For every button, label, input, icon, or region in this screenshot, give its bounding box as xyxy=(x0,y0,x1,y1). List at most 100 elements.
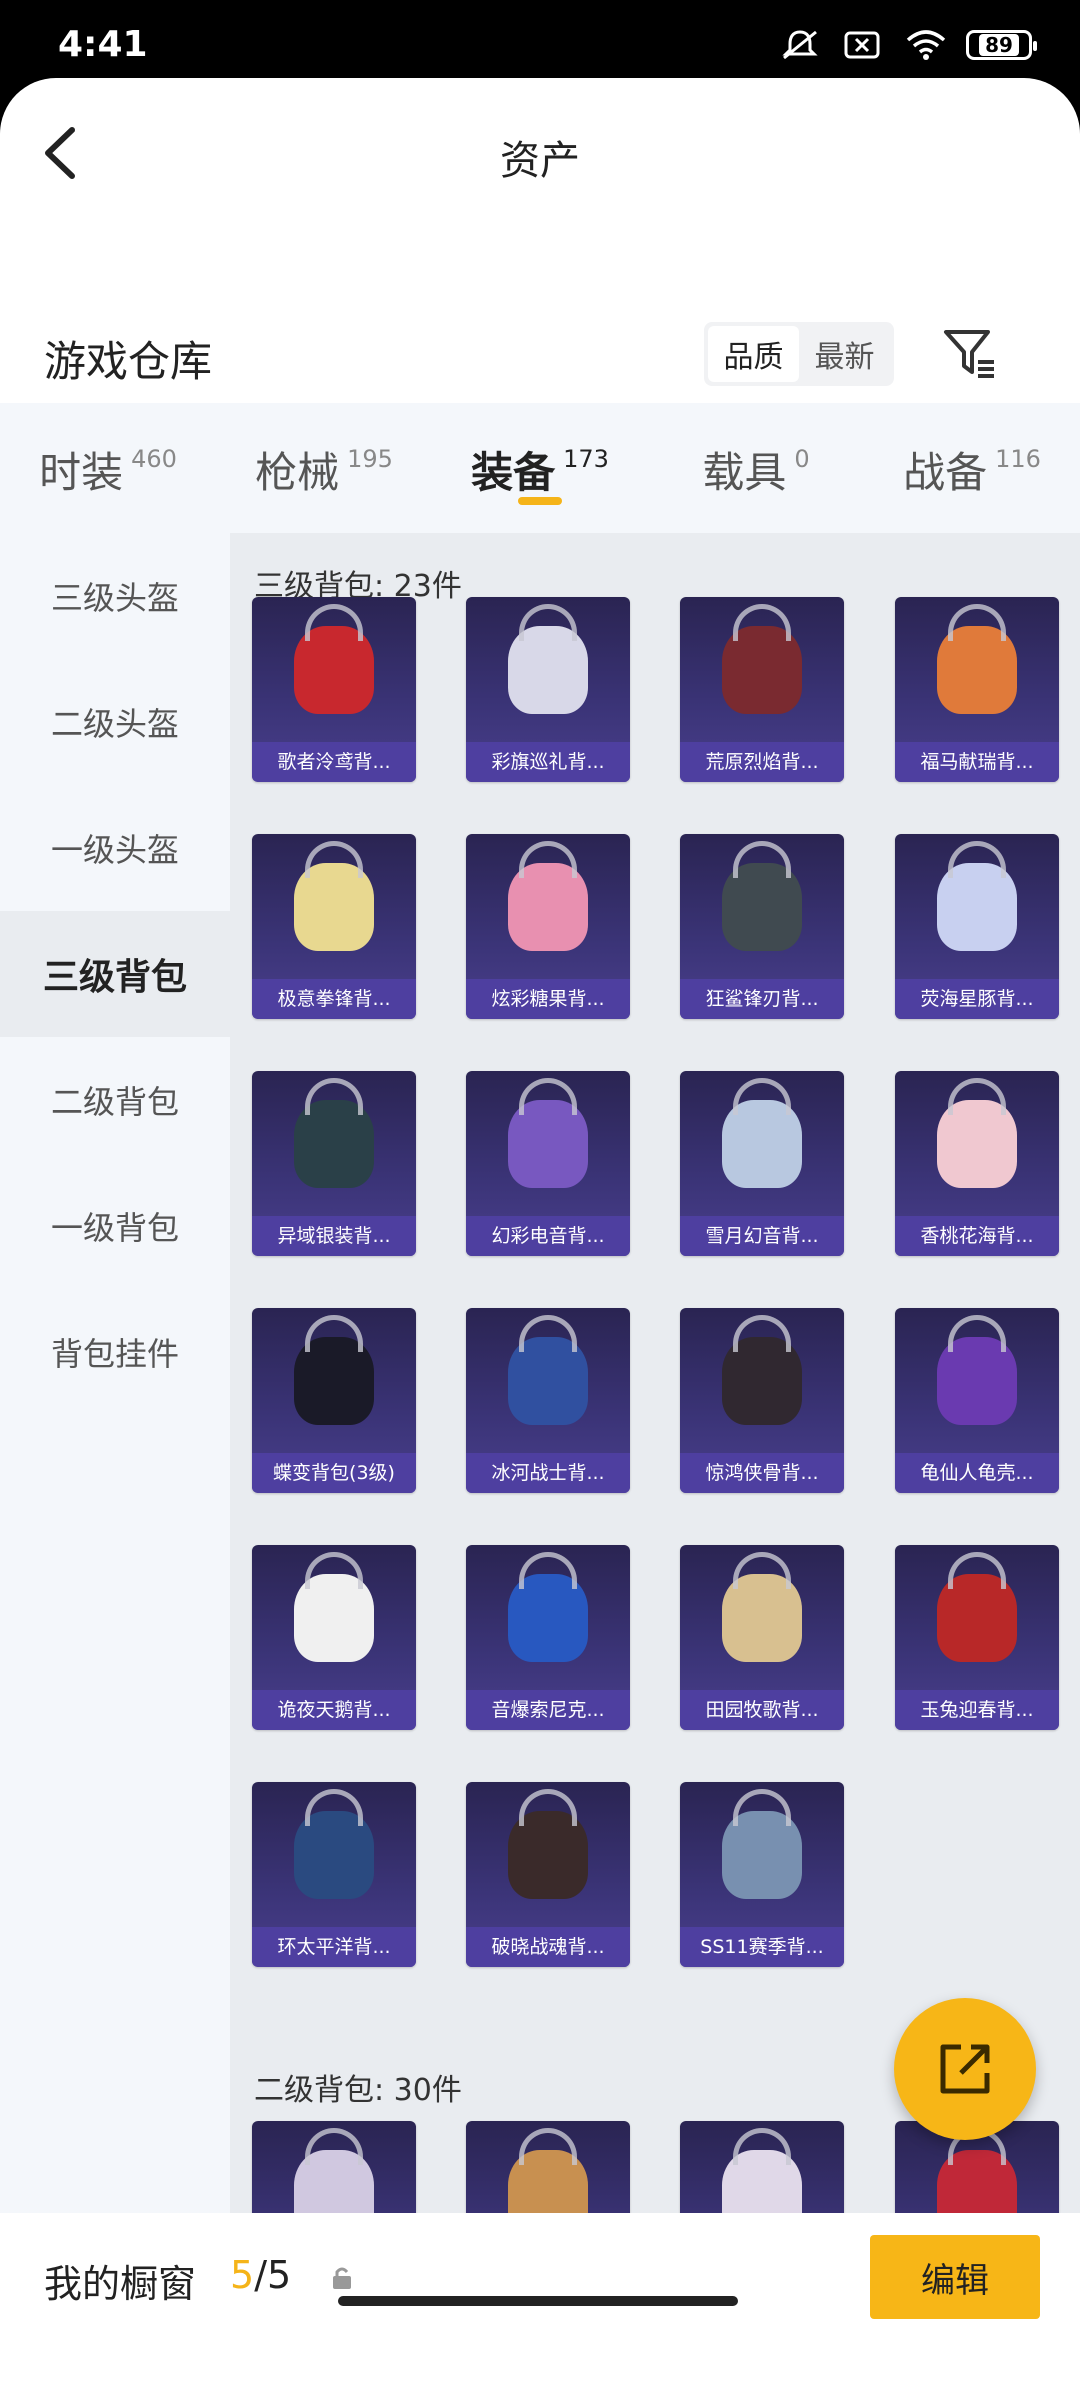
backpack-image xyxy=(937,2149,1017,2213)
item-card[interactable]: 幻彩电音背... xyxy=(466,1071,630,1256)
backpack-image xyxy=(508,862,588,951)
item-name: 歌者泠鸢背... xyxy=(252,742,416,782)
item-card[interactable]: 音爆索尼克... xyxy=(466,1545,630,1730)
item-thumbnail xyxy=(895,1545,1059,1690)
item-name: 幻彩电音背... xyxy=(466,1216,630,1256)
backpack-image xyxy=(294,1336,374,1425)
backpack-image xyxy=(722,625,802,714)
item-card[interactable]: 福马献瑞背... xyxy=(895,597,1059,782)
item-card[interactable] xyxy=(466,2121,630,2213)
showcase-bar: 我的橱窗 5/5 编辑 xyxy=(0,2213,1080,2400)
sidebar-item-level1-helmet[interactable]: 一级头盔 xyxy=(0,785,230,911)
item-thumbnail xyxy=(895,1071,1059,1216)
item-card[interactable]: 玉兔迎春背... xyxy=(895,1545,1059,1730)
item-card[interactable]: 雪月幻音背... xyxy=(680,1071,844,1256)
backpack-image xyxy=(722,862,802,951)
sidebar-item-level2-helmet[interactable]: 二级头盔 xyxy=(0,659,230,785)
tab-vehicles[interactable]: 载具 0 xyxy=(648,403,864,533)
tab-label: 枪械 xyxy=(255,448,340,497)
tab-equipment[interactable]: 装备 173 xyxy=(432,403,648,533)
wifi-icon xyxy=(904,28,946,62)
backpack-image xyxy=(508,1336,588,1425)
item-card[interactable] xyxy=(680,2121,844,2213)
category-tabs: 时装 460 枪械 195 装备 173 载具 0 战备 116 xyxy=(0,403,1080,533)
item-card[interactable]: 狂鲨锋刃背... xyxy=(680,834,844,1019)
item-card[interactable]: 冰河战士背... xyxy=(466,1308,630,1493)
item-thumbnail xyxy=(680,1071,844,1216)
backpack-image xyxy=(294,862,374,951)
backpack-image xyxy=(722,1099,802,1188)
item-grid: 三级背包: 23件 二级背包: 30件 歌者泠鸢背... 彩旗巡礼背... 荒原烈焰… xyxy=(230,533,1080,2213)
item-card[interactable]: 龟仙人龟壳... xyxy=(895,1308,1059,1493)
item-card[interactable]: 炫彩糖果背... xyxy=(466,834,630,1019)
sidebar-item-level3-backpack[interactable]: 三级背包 xyxy=(0,911,230,1037)
backpack-image xyxy=(508,2149,588,2213)
item-card[interactable]: 惊鸿侠骨背... xyxy=(680,1308,844,1493)
item-name: 雪月幻音背... xyxy=(680,1216,844,1256)
item-name: 异域银装背... xyxy=(252,1216,416,1256)
backpack-image xyxy=(937,1099,1017,1188)
tab-supplies[interactable]: 战备 116 xyxy=(864,403,1080,533)
backpack-image xyxy=(508,1573,588,1662)
sort-quality-button[interactable]: 品质 xyxy=(708,326,799,382)
item-card[interactable]: 香桃花海背... xyxy=(895,1071,1059,1256)
item-name: 荧海星豚背... xyxy=(895,979,1059,1019)
item-card[interactable]: 荧海星豚背... xyxy=(895,834,1059,1019)
tab-firearms[interactable]: 枪械 195 xyxy=(216,403,432,533)
item-thumbnail xyxy=(466,2121,630,2213)
item-card[interactable]: 环太平洋背... xyxy=(252,1782,416,1967)
item-thumbnail xyxy=(680,1545,844,1690)
showcase-current: 5 xyxy=(230,2253,255,2297)
item-thumbnail xyxy=(252,1308,416,1453)
mute-icon xyxy=(780,28,820,62)
item-card[interactable]: 歌者泠鸢背... xyxy=(252,597,416,782)
item-card[interactable]: 破晓战魂背... xyxy=(466,1782,630,1967)
edit-button[interactable]: 编辑 xyxy=(870,2235,1040,2319)
item-card[interactable]: 异域银装背... xyxy=(252,1071,416,1256)
item-name: 福马献瑞背... xyxy=(895,742,1059,782)
item-name: 惊鸿侠骨背... xyxy=(680,1453,844,1493)
page-title: 资产 xyxy=(500,138,580,184)
sidebar-item-level3-helmet[interactable]: 三级头盔 xyxy=(0,533,230,659)
backpack-image xyxy=(294,1573,374,1662)
item-name: 龟仙人龟壳... xyxy=(895,1453,1059,1493)
backpack-image xyxy=(508,1810,588,1899)
sort-newest-button[interactable]: 最新 xyxy=(799,326,890,382)
filter-button[interactable] xyxy=(940,320,1000,386)
item-thumbnail xyxy=(252,2121,416,2213)
sidebar-item-level2-backpack[interactable]: 二级背包 xyxy=(0,1037,230,1163)
item-name: 冰河战士背... xyxy=(466,1453,630,1493)
item-card[interactable]: 田园牧歌背... xyxy=(680,1545,844,1730)
sort-toggle: 品质 最新 xyxy=(704,322,894,386)
item-card[interactable]: SS11赛季背... xyxy=(680,1782,844,1967)
sidebar-item-backpack-charm[interactable]: 背包挂件 xyxy=(0,1289,230,1415)
backpack-image xyxy=(937,1573,1017,1662)
share-button[interactable] xyxy=(894,1998,1036,2140)
backpack-image xyxy=(508,1099,588,1188)
item-name: 狂鲨锋刃背... xyxy=(680,979,844,1019)
item-thumbnail xyxy=(466,1782,630,1927)
tab-count: 460 xyxy=(131,445,177,473)
status-time: 4:41 xyxy=(58,24,148,65)
sidebar-item-level1-backpack[interactable]: 一级背包 xyxy=(0,1163,230,1289)
item-card[interactable]: 极意拳锋背... xyxy=(252,834,416,1019)
status-bar: 4:41 89 xyxy=(0,0,1080,78)
showcase-count: 5/5 xyxy=(230,2253,291,2297)
item-name: 玉兔迎春背... xyxy=(895,1690,1059,1730)
item-thumbnail xyxy=(466,1308,630,1453)
item-card[interactable] xyxy=(252,2121,416,2213)
tab-fashion[interactable]: 时装 460 xyxy=(0,403,216,533)
item-card[interactable]: 彩旗巡礼背... xyxy=(466,597,630,782)
battery-icon: 89 xyxy=(966,30,1037,60)
item-card[interactable]: 荒原烈焰背... xyxy=(680,597,844,782)
item-card[interactable]: 蝶变背包(3级) xyxy=(252,1308,416,1493)
item-thumbnail xyxy=(680,597,844,742)
tab-label: 时装 xyxy=(39,448,124,497)
item-name: 蝶变背包(3级) xyxy=(252,1453,416,1493)
item-card[interactable]: 诡夜天鹅背... xyxy=(252,1545,416,1730)
item-name: 荒原烈焰背... xyxy=(680,742,844,782)
item-thumbnail xyxy=(466,1071,630,1216)
header: 资产 xyxy=(0,78,1080,228)
backpack-image xyxy=(937,625,1017,714)
tab-count: 195 xyxy=(347,445,393,473)
